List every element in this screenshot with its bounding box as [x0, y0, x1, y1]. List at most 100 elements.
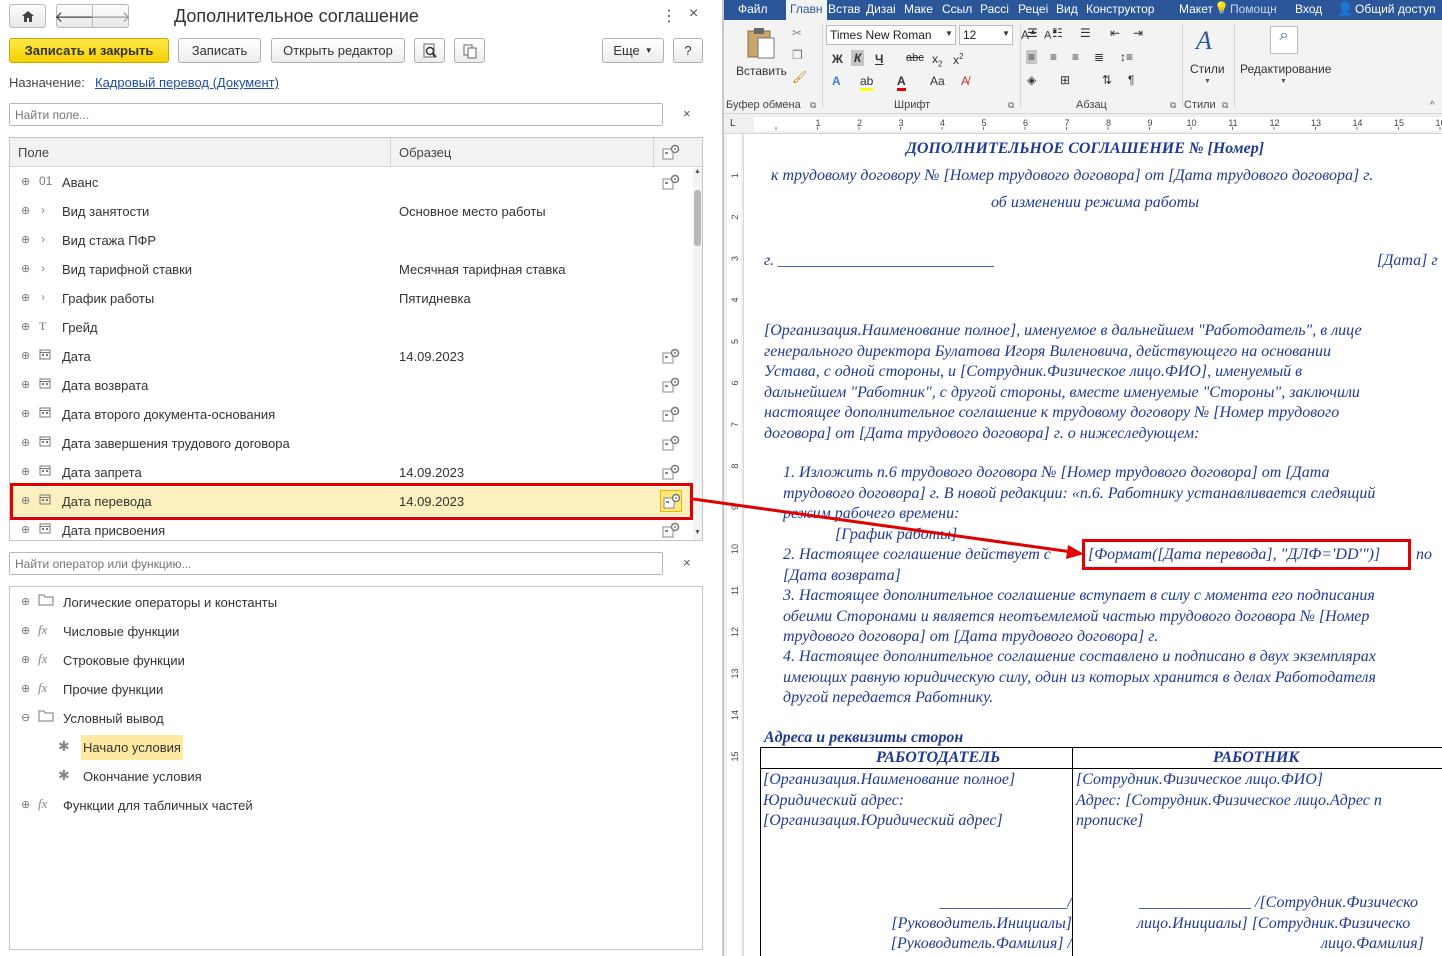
home-button[interactable]	[9, 4, 46, 28]
expand-plus-icon[interactable]: ⊕	[21, 407, 30, 420]
expand-plus-icon[interactable]: ⊕	[21, 436, 30, 449]
table-row[interactable]: ⊕ Дата завершения трудового договора	[10, 429, 690, 458]
scroll-thumb[interactable]	[694, 190, 701, 246]
tree-item[interactable]: ⊕ fx Строковые функции	[10, 646, 700, 675]
field-settings-icon[interactable]	[662, 435, 680, 451]
sort-icon[interactable]: ⇅	[1102, 73, 1112, 87]
horizontal-ruler[interactable]: L 1234567891011121314151617	[724, 114, 1442, 134]
borders-icon[interactable]: ⊞	[1060, 73, 1070, 87]
table-row[interactable]: ⊕ › Вид занятости Основное место работы	[10, 197, 690, 226]
chevron-right-icon[interactable]: ›	[41, 203, 45, 217]
field-settings-icon[interactable]	[662, 464, 680, 480]
expand-plus-icon[interactable]: ⊕	[21, 175, 30, 188]
login-link[interactable]: Вход	[1295, 2, 1322, 16]
help-tab[interactable]: Помощн	[1230, 2, 1277, 16]
chevron-right-icon[interactable]: ›	[41, 261, 45, 275]
justify-icon[interactable]: ≣	[1094, 50, 1104, 64]
scroll-up-icon[interactable]: ▲	[694, 168, 701, 175]
more-button[interactable]: Еще ▼	[602, 38, 664, 63]
chevron-right-icon[interactable]: ›	[41, 290, 45, 304]
field-settings-icon[interactable]	[662, 174, 680, 190]
shading-icon[interactable]: ◈	[1027, 73, 1036, 87]
tree-item[interactable]: ✱ Начало условия	[10, 733, 700, 762]
numbering-icon[interactable]: ☷	[1052, 26, 1063, 40]
table-row[interactable]: ⊕ Дата второго документа-основания	[10, 400, 690, 429]
field-settings-icon[interactable]	[662, 377, 680, 393]
table-row[interactable]: ⊕ Дата 14.09.2023	[10, 342, 690, 371]
align-left-icon[interactable]: ≡	[1026, 50, 1038, 64]
expand-plus-icon[interactable]: ⊕	[21, 378, 30, 391]
help-button[interactable]: ?	[673, 38, 703, 63]
superscript-icon[interactable]: x2	[953, 52, 963, 67]
tree-item[interactable]: ⊕ Логические операторы и константы	[10, 588, 700, 617]
decrease-indent-icon[interactable]: ⇤	[1110, 26, 1120, 40]
table-scrollbar[interactable]: ▲ ▼	[693, 168, 702, 540]
ribbon-tab[interactable]: Маке	[904, 2, 933, 16]
font-launcher-icon[interactable]: ⧉	[1008, 100, 1014, 111]
align-center-icon[interactable]: ≡	[1050, 50, 1057, 64]
copy-button[interactable]	[454, 38, 485, 63]
bullets-icon[interactable]: ☰	[1027, 26, 1038, 40]
operator-search-input[interactable]	[9, 552, 663, 575]
field-settings-icon[interactable]	[662, 406, 680, 422]
expand-plus-icon[interactable]: ⊕	[21, 523, 30, 536]
pilcrow-icon[interactable]: ¶	[1128, 73, 1134, 87]
chevron-right-icon[interactable]: ›	[41, 232, 45, 246]
text-effects-icon[interactable]: A	[832, 74, 841, 88]
table-row[interactable]: ⊕ 01 Аванс	[10, 168, 690, 197]
field-settings-icon[interactable]	[662, 522, 680, 538]
expand-plus-icon[interactable]: ⊕	[21, 624, 30, 637]
ribbon-tab[interactable]: Файл	[738, 2, 768, 16]
expand-plus-icon[interactable]: ⊕	[21, 798, 30, 811]
scroll-down-icon[interactable]: ▼	[694, 529, 701, 536]
table-row[interactable]: ⊕ › График работы Пятидневка	[10, 284, 690, 313]
expand-plus-icon[interactable]: ⊕	[21, 233, 30, 246]
clear-operator-search-icon[interactable]: ×	[683, 555, 691, 570]
tree-item[interactable]: ⊕ fx Функции для табличных частей	[10, 791, 700, 820]
preview-button[interactable]	[414, 38, 445, 63]
underline-icon[interactable]: Ч	[875, 52, 883, 66]
settings-header-icon[interactable]	[662, 144, 680, 160]
ribbon-tab[interactable]: Ссыл	[942, 2, 972, 16]
back-button[interactable]: 🡐	[54, 4, 95, 28]
format-painter-icon[interactable]: 🖌	[792, 70, 807, 84]
ribbon-tab[interactable]: Вид	[1056, 2, 1078, 16]
italic-icon[interactable]: К	[851, 50, 865, 66]
expand-plus-icon[interactable]: ⊕	[21, 204, 30, 217]
editing-button[interactable]: ⌕ Редактирование ▼	[1238, 26, 1334, 88]
expand-plus-icon[interactable]: ⊕	[21, 262, 30, 275]
font-name-combo[interactable]: Times New Roman	[826, 25, 956, 45]
field-settings-icon[interactable]	[662, 348, 680, 364]
ribbon-tab[interactable]: Макет	[1179, 2, 1213, 16]
highlight-color-icon[interactable]: ab	[860, 74, 874, 91]
save-close-button[interactable]: Записать и закрыть	[9, 38, 169, 63]
ribbon-tab[interactable]: Главн	[786, 0, 827, 20]
forward-button[interactable]: 🡒	[90, 4, 131, 28]
change-case-icon[interactable]: Aa	[930, 74, 945, 88]
table-row[interactable]: ⊕ T Грейд	[10, 313, 690, 342]
copy-doc-icon[interactable]: ❐	[792, 48, 803, 62]
tree-item[interactable]: ⊖ Условный вывод	[10, 704, 700, 733]
line-spacing-icon[interactable]: ↕≡	[1120, 50, 1133, 64]
paste-button[interactable]: Вставить	[736, 26, 787, 82]
font-color-icon[interactable]: A	[897, 74, 906, 91]
clipboard-launcher-icon[interactable]: ⧉	[810, 100, 816, 111]
more-menu-icon[interactable]: ⋮	[661, 6, 677, 26]
strikethrough-icon[interactable]: abc	[906, 52, 924, 64]
collapse-minus-icon[interactable]: ⊖	[21, 711, 30, 724]
expand-plus-icon[interactable]: ⊕	[21, 320, 30, 333]
table-row[interactable]: ⊕ Дата возврата	[10, 371, 690, 400]
expand-plus-icon[interactable]: ⊕	[21, 653, 30, 666]
ribbon-tab[interactable]: Конструктор	[1086, 2, 1154, 16]
expand-plus-icon[interactable]: ⊕	[21, 291, 30, 304]
vertical-ruler[interactable]: 1 2 3 4 5 6 7 8 9 10 11 12 13 14 15	[724, 134, 744, 956]
increase-indent-icon[interactable]: ⇥	[1133, 26, 1143, 40]
purpose-link[interactable]: Кадровый перевод (Документ)	[95, 75, 279, 90]
save-button[interactable]: Записать	[178, 38, 261, 63]
expand-plus-icon[interactable]: ⊕	[21, 349, 30, 362]
tree-item[interactable]: ⊕ fx Числовые функции	[10, 617, 700, 646]
clear-format-icon[interactable]: A̸	[961, 74, 969, 88]
multilevel-icon[interactable]: ☰	[1080, 26, 1091, 40]
ribbon-tab[interactable]: Встав	[828, 2, 860, 16]
ribbon-tab[interactable]: Рецеі	[1018, 2, 1048, 16]
